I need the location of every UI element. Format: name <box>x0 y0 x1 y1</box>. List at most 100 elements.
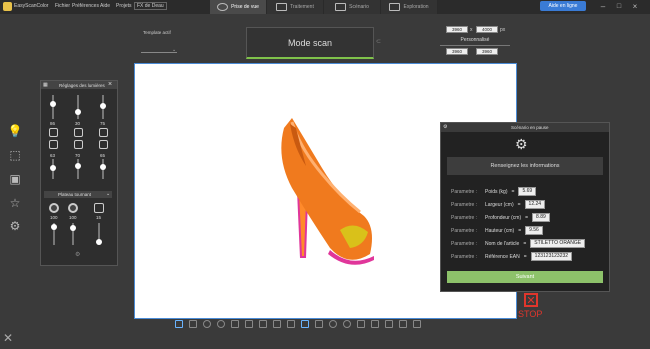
slider-knob[interactable] <box>100 164 106 170</box>
param-value-input[interactable]: 5.69 <box>518 187 537 196</box>
focus-icon[interactable] <box>301 320 309 328</box>
crop-width-input[interactable]: 3960 <box>446 48 468 55</box>
capture-icon[interactable]: ▣ <box>6 170 24 188</box>
zoom-icon[interactable] <box>217 320 225 328</box>
panel-header: ⚙ Scénario en pause <box>441 123 609 132</box>
star-icon[interactable]: ☆ <box>6 194 24 212</box>
width-input[interactable]: 3960 <box>446 26 468 33</box>
plateau-select[interactable]: Plateau tournant ⌄ <box>44 191 112 198</box>
light-bulb-icon[interactable]: 💡 <box>6 122 24 140</box>
crop-height-input[interactable]: 3960 <box>476 48 498 55</box>
turntable-button[interactable] <box>68 203 78 213</box>
light-toggle-button[interactable] <box>74 140 83 149</box>
exit-icon[interactable]: ✕ <box>3 331 13 345</box>
maximize-icon[interactable]: □ <box>614 2 624 12</box>
tab-traitement[interactable]: Traitement <box>267 0 324 14</box>
dim-separator: x <box>470 27 473 33</box>
link-icon[interactable]: ⊂ <box>376 38 381 45</box>
multi-shot-icon[interactable] <box>189 320 197 328</box>
slider-knob[interactable] <box>100 103 106 109</box>
grid-icon[interactable] <box>259 320 267 328</box>
first-icon[interactable] <box>231 320 239 328</box>
param-prefix: Parametre : <box>451 240 478 247</box>
product-image <box>270 108 380 268</box>
param-value-input[interactable]: 8.89 <box>532 213 550 222</box>
close-icon[interactable]: × <box>108 81 112 88</box>
scenario-info-panel: ⚙ Scénario en pause ⚙ Renseignez les inf… <box>440 122 610 292</box>
project-tab[interactable]: FX de Deau <box>134 2 167 10</box>
slider-knob[interactable] <box>75 163 81 169</box>
tab-prise-de-vue[interactable]: Prise de vue <box>210 0 267 14</box>
slider-knob[interactable] <box>50 165 56 171</box>
slider-track[interactable] <box>77 159 79 179</box>
menu-preferences[interactable]: Préférences <box>72 3 99 9</box>
camera-icon[interactable] <box>175 320 183 328</box>
menu-fichier[interactable]: Fichier <box>55 3 70 9</box>
flip-icon[interactable] <box>371 320 379 328</box>
light-toggle-button[interactable] <box>74 128 83 137</box>
mode-scan-button[interactable]: Mode scan <box>246 27 374 59</box>
light-toggle-button[interactable] <box>49 128 58 137</box>
tab-label: Scénario <box>349 4 369 10</box>
fit-icon[interactable] <box>315 320 323 328</box>
next-button[interactable]: Suivant <box>447 271 603 283</box>
param-value-input[interactable]: 9.56 <box>525 226 543 235</box>
slider-track[interactable] <box>52 95 54 119</box>
param-row: Parametre : Largeur (cm) = 12.24 <box>451 200 546 209</box>
compare-icon[interactable] <box>413 320 421 328</box>
template-label: Template actif <box>143 30 171 35</box>
scenario-icon <box>335 3 347 11</box>
chevron-down-icon[interactable]: ⌄ <box>172 47 176 53</box>
crop-icon[interactable]: ⬚ <box>6 146 24 164</box>
online-help-button[interactable]: Aide en ligne <box>540 1 586 11</box>
slider-knob[interactable] <box>96 239 102 245</box>
turntable-button[interactable] <box>49 203 59 213</box>
param-value-input[interactable]: 12.24 <box>524 200 546 209</box>
turntable-toggle[interactable] <box>94 203 104 213</box>
tab-label: Exploration <box>403 4 429 10</box>
previous-icon[interactable] <box>245 320 253 328</box>
eye-icon <box>217 3 229 11</box>
close-icon[interactable]: × <box>630 2 640 12</box>
plateau-value: 100 <box>50 215 58 220</box>
crop-icon[interactable] <box>357 320 365 328</box>
slider-knob[interactable] <box>50 101 56 107</box>
light-toggle-button[interactable] <box>99 128 108 137</box>
stop-label[interactable]: STOP <box>518 309 542 319</box>
tab-exploration[interactable]: Exploration <box>381 0 438 14</box>
menu-projets[interactable]: Projets <box>116 3 132 9</box>
param-name: Poids (kg) <box>485 188 508 195</box>
minimize-icon[interactable]: – <box>598 2 608 12</box>
menu-aide[interactable]: Aide <box>100 3 110 9</box>
param-prefix: Parametre : <box>451 214 478 221</box>
chevron-down-icon: ⌄ <box>106 191 111 197</box>
slider-track[interactable] <box>77 95 79 119</box>
light-toggle-button[interactable] <box>99 140 108 149</box>
param-value-input[interactable]: 123123123232 <box>530 252 573 261</box>
slider-knob[interactable] <box>70 225 76 231</box>
target-icon[interactable] <box>329 320 337 328</box>
no-entry-icon[interactable] <box>203 320 211 328</box>
last-icon[interactable] <box>287 320 295 328</box>
color-picker-icon[interactable] <box>385 320 393 328</box>
light-toggle-button[interactable] <box>49 140 58 149</box>
param-value-input[interactable]: STILETTO ORANGE <box>530 239 586 248</box>
param-eq: = <box>511 188 515 195</box>
layers-icon[interactable] <box>399 320 407 328</box>
gears-icon: ⚙ <box>515 136 528 152</box>
tab-label: Traitement <box>290 4 314 10</box>
settings-icon[interactable]: ⚙ <box>6 217 24 235</box>
plateau-value: 15 <box>96 215 102 220</box>
preset-select[interactable]: Personnalisé <box>440 37 510 46</box>
title-bar: EasyScanColor Fichier Préférences Aide P… <box>0 0 650 14</box>
slider-knob[interactable] <box>51 224 57 230</box>
param-row: Parametre : Hauteur (cm) = 9.56 <box>451 226 543 235</box>
next-icon[interactable] <box>273 320 281 328</box>
gear-icon[interactable]: ⚙ <box>75 251 80 258</box>
stop-icon[interactable]: ✕ <box>524 293 538 307</box>
slider-knob[interactable] <box>75 109 81 115</box>
tab-scenario[interactable]: Scénario <box>324 0 381 14</box>
param-name: Référence EAN <box>485 253 520 260</box>
height-input[interactable]: 4000 <box>476 26 498 33</box>
rotate-icon[interactable] <box>343 320 351 328</box>
